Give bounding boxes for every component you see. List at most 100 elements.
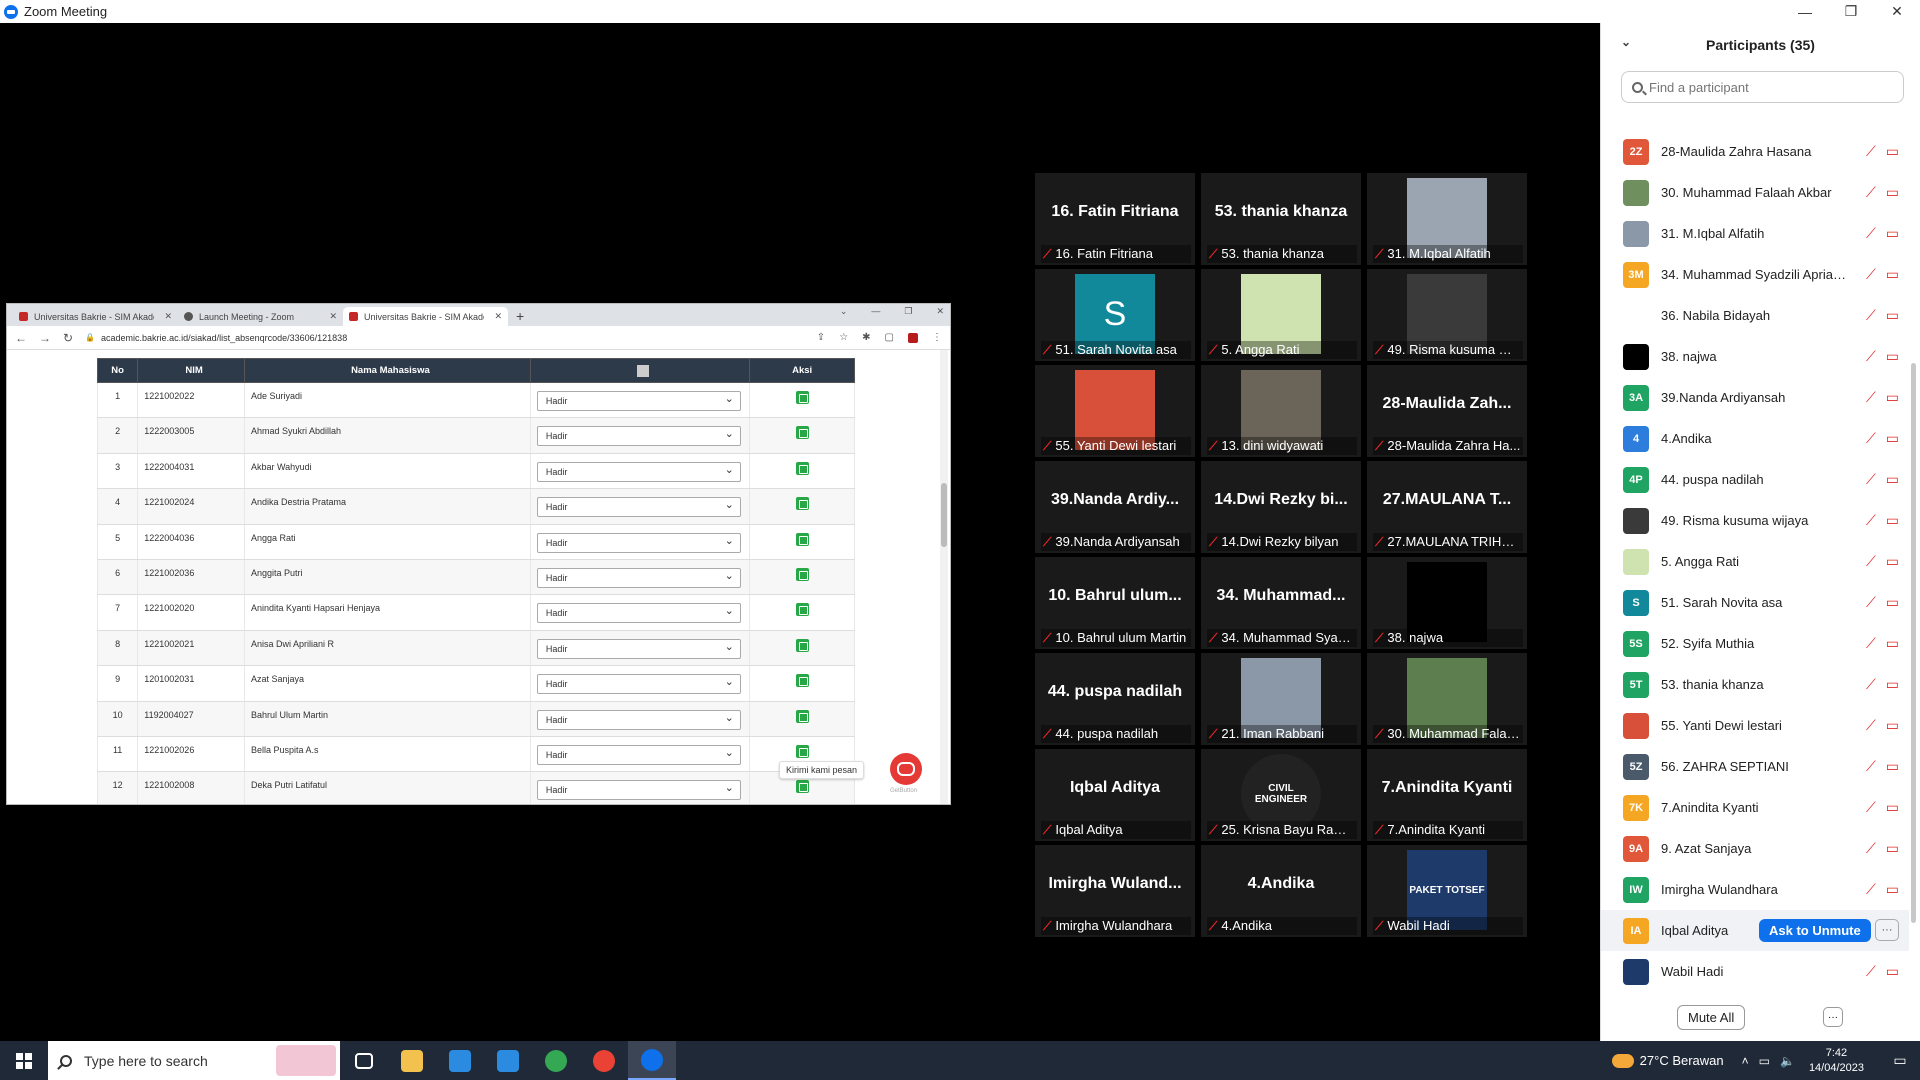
video-tile[interactable]: 27.MAULANA T... ⟋ 27.MAULANA TRIHAT... xyxy=(1367,461,1527,553)
video-tile[interactable]: 14.Dwi Rezky bi... ⟋ 14.Dwi Rezky bilyan xyxy=(1201,461,1361,553)
chat-button[interactable] xyxy=(890,753,922,785)
video-off-icon[interactable]: ▭ xyxy=(1886,676,1899,693)
video-off-icon[interactable]: ▭ xyxy=(1886,553,1899,570)
menu-icon[interactable]: ⋮ xyxy=(932,332,942,343)
status-select[interactable]: Hadir xyxy=(536,603,741,624)
mic-muted-icon[interactable]: ⟋ xyxy=(1866,348,1876,365)
video-off-icon[interactable]: ▭ xyxy=(1886,307,1899,324)
video-off-icon[interactable]: ▭ xyxy=(1886,143,1899,160)
notification-icon[interactable]: ▭ xyxy=(1880,1052,1920,1069)
mic-muted-icon[interactable]: ⟋ xyxy=(1866,307,1876,324)
participant-more-button[interactable]: ··· xyxy=(1875,919,1899,941)
forward-icon[interactable]: → xyxy=(39,331,51,345)
mic-muted-icon[interactable]: ⟋ xyxy=(1866,758,1876,775)
chrome-profile-app-button[interactable] xyxy=(580,1041,628,1080)
video-tile[interactable]: 34. Muhammad... ⟋ 34. Muhammad Syad... xyxy=(1201,557,1361,649)
chevron-up-icon[interactable]: ˄ xyxy=(1742,1054,1749,1068)
mic-muted-icon[interactable]: ⟋ xyxy=(1866,225,1876,242)
video-off-icon[interactable]: ▭ xyxy=(1886,225,1899,242)
weather-widget[interactable]: 27°C Berawan xyxy=(1611,1053,1724,1068)
video-tile[interactable]: 16. Fatin Fitriana ⟋ 16. Fatin Fitriana xyxy=(1035,173,1195,265)
video-off-icon[interactable]: ▭ xyxy=(1886,184,1899,201)
star-icon[interactable]: ☆ xyxy=(839,332,848,343)
save-icon[interactable] xyxy=(795,603,809,617)
minimize-button[interactable]: — xyxy=(1782,0,1828,23)
video-off-icon[interactable]: ▭ xyxy=(1886,389,1899,406)
close-icon[interactable]: ✕ xyxy=(494,311,502,322)
mute-all-button[interactable]: Mute All xyxy=(1677,1005,1746,1030)
video-tile[interactable]: ⟋ 30. Muhammad Falaa... xyxy=(1367,653,1527,745)
participant-row[interactable]: 9A 9. Azat Sanjaya ⟋ ▭ xyxy=(1601,828,1909,869)
status-select[interactable]: Hadir xyxy=(536,744,741,765)
participant-search[interactable] xyxy=(1621,71,1904,103)
ask-to-unmute-button[interactable]: Ask to Unmute xyxy=(1759,919,1871,942)
extension-icon[interactable] xyxy=(908,332,918,343)
mic-muted-icon[interactable]: ⟋ xyxy=(1866,471,1876,488)
participant-row[interactable]: 5Z 56. ZAHRA SEPTIANI ⟋ ▭ xyxy=(1601,746,1909,787)
participant-row[interactable]: 3M 34. Muhammad Syadzili Aprian... ⟋ ▭ xyxy=(1601,254,1909,295)
browser-tab[interactable]: Launch Meeting - Zoom ✕ xyxy=(178,307,343,326)
file-explorer-app-button[interactable] xyxy=(388,1041,436,1080)
video-off-icon[interactable]: ▭ xyxy=(1886,758,1899,775)
participant-row[interactable]: 2Z 28-Maulida Zahra Hasana ⟋ ▭ xyxy=(1601,131,1909,172)
participant-row[interactable]: 4P 44. puspa nadilah ⟋ ▭ xyxy=(1601,459,1909,500)
browser-tab[interactable]: Universitas Bakrie - SIM Akadem ✕ xyxy=(13,307,178,326)
url-field[interactable]: academic.bakrie.ac.id/siakad/list_absenq… xyxy=(101,333,347,343)
video-off-icon[interactable]: ▭ xyxy=(1886,266,1899,283)
status-select[interactable]: Hadir xyxy=(536,391,741,411)
video-tile[interactable]: 28-Maulida Zah... ⟋ 28-Maulida Zahra Ha... xyxy=(1367,365,1527,457)
participant-row[interactable]: S 51. Sarah Novita asa ⟋ ▭ xyxy=(1601,582,1909,623)
network-icon[interactable]: ▭ xyxy=(1759,1054,1770,1068)
minimize-icon[interactable]: — xyxy=(871,306,880,317)
chevron-down-icon[interactable]: ⌄ xyxy=(840,306,848,317)
mic-muted-icon[interactable]: ⟋ xyxy=(1866,676,1876,693)
store-app-button[interactable] xyxy=(436,1041,484,1080)
new-tab-button[interactable]: + xyxy=(508,307,532,326)
back-icon[interactable]: ← xyxy=(15,331,27,345)
video-off-icon[interactable]: ▭ xyxy=(1886,881,1899,898)
mic-muted-icon[interactable]: ⟋ xyxy=(1866,635,1876,652)
participant-row[interactable]: 49. Risma kusuma wijaya ⟋ ▭ xyxy=(1601,500,1909,541)
participant-row[interactable]: 31. M.Iqbal Alfatih ⟋ ▭ xyxy=(1601,213,1909,254)
status-select[interactable]: Hadir xyxy=(536,461,741,482)
video-tile[interactable]: S ⟋ 51. Sarah Novita asa xyxy=(1035,269,1195,361)
chrome-app-button[interactable] xyxy=(532,1041,580,1080)
status-select[interactable]: Hadir xyxy=(536,709,741,730)
mail-app-button[interactable] xyxy=(484,1041,532,1080)
status-select[interactable]: Hadir xyxy=(536,674,741,695)
participant-search-input[interactable] xyxy=(1649,79,1889,95)
participant-row[interactable]: 5S 52. Syifa Muthia ⟋ ▭ xyxy=(1601,623,1909,664)
status-select[interactable]: Hadir xyxy=(536,638,741,659)
extensions-icon[interactable]: ✱ xyxy=(862,332,870,343)
mic-muted-icon[interactable]: ⟋ xyxy=(1866,717,1876,734)
status-select[interactable]: Hadir xyxy=(536,426,741,447)
video-off-icon[interactable]: ▭ xyxy=(1886,512,1899,529)
video-off-icon[interactable]: ▭ xyxy=(1886,717,1899,734)
video-tile[interactable]: CIVIL ENGINEER ⟋ 25. Krisna Bayu Rama... xyxy=(1201,749,1361,841)
status-select[interactable]: Hadir xyxy=(536,567,741,588)
video-tile[interactable]: ⟋ 55. Yanti Dewi lestari xyxy=(1035,365,1195,457)
close-icon[interactable]: ✕ xyxy=(164,311,172,322)
task-view-app-button[interactable] xyxy=(340,1041,388,1080)
participant-row[interactable]: 3A 39.Nanda Ardiyansah ⟋ ▭ xyxy=(1601,377,1909,418)
mic-muted-icon[interactable]: ⟋ xyxy=(1866,512,1876,529)
video-tile[interactable]: 7.Anindita Kyanti ⟋ 7.Anindita Kyanti xyxy=(1367,749,1527,841)
participant-row[interactable]: 55. Yanti Dewi lestari ⟋ ▭ xyxy=(1601,705,1909,746)
video-tile[interactable]: Imirgha Wuland... ⟋ Imirgha Wulandhara xyxy=(1035,845,1195,937)
participant-scrollbar[interactable] xyxy=(1911,363,1916,923)
save-icon[interactable] xyxy=(795,744,809,758)
close-icon[interactable]: ✕ xyxy=(936,306,944,317)
video-tile[interactable]: ⟋ 5. Angga Rati xyxy=(1201,269,1361,361)
video-tile[interactable]: 39.Nanda Ardiy... ⟋ 39.Nanda Ardiyansah xyxy=(1035,461,1195,553)
mic-muted-icon[interactable]: ⟋ xyxy=(1866,553,1876,570)
participant-row[interactable]: 7K 7.Anindita Kyanti ⟋ ▭ xyxy=(1601,787,1909,828)
mic-muted-icon[interactable]: ⟋ xyxy=(1866,594,1876,611)
chevron-down-icon[interactable]: ⌄ xyxy=(1621,35,1631,49)
browser-tab-active[interactable]: Universitas Bakrie - SIM Akadem ✕ xyxy=(343,307,508,326)
participant-row[interactable]: 36. Nabila Bidayah ⟋ ▭ xyxy=(1601,295,1909,336)
close-button[interactable]: ✕ xyxy=(1874,0,1920,23)
video-off-icon[interactable]: ▭ xyxy=(1886,799,1899,816)
participant-row[interactable]: 5T 53. thania khanza ⟋ ▭ xyxy=(1601,664,1909,705)
select-all-checkbox[interactable] xyxy=(637,364,650,377)
share-icon[interactable]: ⇪ xyxy=(817,332,825,343)
